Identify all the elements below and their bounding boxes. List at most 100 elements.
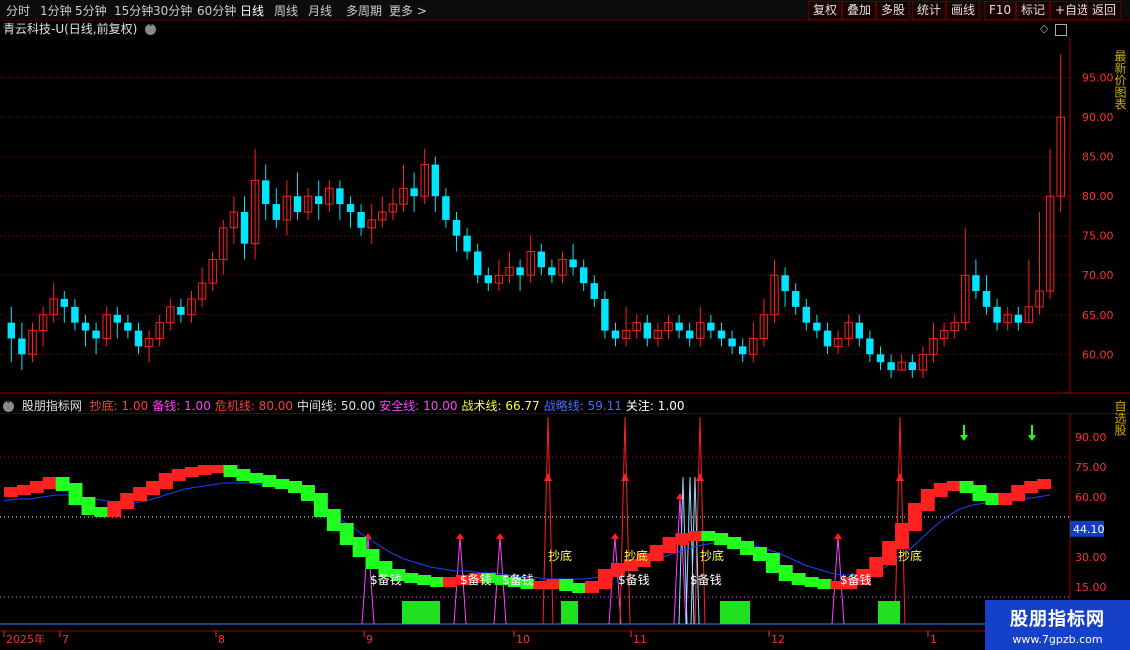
diamond-icon[interactable]: ◇ [1040, 22, 1048, 35]
timeline-label: 2025年 [6, 632, 45, 646]
signal-label: 抄底 [624, 548, 648, 563]
toolbar-button-2[interactable]: 多股 [876, 1, 911, 20]
candle-body [516, 267, 524, 276]
candle-body [134, 330, 143, 347]
candle-body [717, 330, 726, 339]
candle-body [473, 251, 482, 276]
period-tab-1[interactable]: 1分钟 [40, 2, 72, 19]
toolbar-button-1[interactable]: 叠加 [842, 1, 877, 20]
period-tab-7[interactable]: 周线 [274, 2, 298, 19]
period-tab-5[interactable]: 60分钟 [197, 2, 236, 19]
candle-body [177, 306, 185, 315]
toolbar-button-5[interactable]: F10 [984, 1, 1017, 20]
tactic-segment [933, 483, 948, 497]
chevron-down-icon[interactable]: ˅ [145, 23, 157, 35]
candle-body [272, 204, 281, 220]
timeline-label: 12 [771, 633, 785, 646]
toolbar-button-6[interactable]: 标记 [1016, 1, 1051, 20]
tactic-segment [791, 573, 806, 585]
tactic-segment [546, 579, 561, 589]
period-tab-2[interactable]: 5分钟 [75, 2, 107, 19]
indicator-name: 股朋指标网 [21, 399, 82, 413]
candle-body [431, 164, 440, 197]
window-toggle-icon[interactable] [1055, 24, 1067, 36]
toolbar-button-0[interactable]: 复权 [808, 1, 843, 20]
candle-body [18, 338, 26, 355]
toolbar-button-3[interactable]: 统计 [912, 1, 947, 20]
candle-body [887, 362, 895, 371]
tactic-segment [4, 487, 18, 497]
period-tab-9[interactable]: 多周期 [346, 2, 382, 19]
period-tab-8[interactable]: 月线 [308, 2, 332, 19]
candle-body [71, 306, 79, 323]
main-chart-title-row: 青云科技-U(日线,前复权) ˅ [0, 20, 157, 38]
candle-body [442, 196, 450, 220]
candle-body [548, 267, 556, 276]
period-tab-10[interactable]: 更多 > [389, 2, 427, 19]
period-tab-3[interactable]: 15分钟 [114, 2, 153, 19]
indicator-header: ˅ 股朋指标网 抄底: 1.00 备钱: 1.00 危机线: 80.00 中间线: 5… [0, 397, 693, 413]
candle-body [92, 330, 100, 339]
tactic-segment [184, 467, 199, 477]
main-y-tick-label: 85.00 [1082, 151, 1114, 164]
signal-label: 抄底 [548, 548, 572, 563]
candle-body [781, 275, 789, 292]
tactic-segment [804, 577, 819, 587]
tactic-segment [158, 473, 173, 489]
candle-body [124, 322, 132, 331]
main-y-tick-label: 90.00 [1082, 111, 1114, 124]
period-tab-6[interactable]: 日线 [240, 2, 264, 19]
candle-body [982, 291, 991, 307]
indicator-params: 抄底: 1.00 备钱: 1.00 危机线: 80.00 中间线: 50.00 安全线:… [90, 399, 689, 413]
indicator-param-5: 战术线: 66.77 [461, 399, 540, 413]
candle-body [357, 212, 365, 228]
watermark-url: www.7gpzb.com [1012, 633, 1103, 646]
candle-body [590, 283, 599, 299]
tactic-segment [120, 493, 135, 509]
ind-y-tick-label: 75.00 [1075, 461, 1107, 474]
candle-body [410, 188, 418, 197]
ind-y-tick-label: 60.00 [1075, 491, 1107, 504]
period-tab-0[interactable]: 分时 [6, 2, 30, 19]
main-y-tick-label: 60.00 [1082, 348, 1114, 361]
candle-body [81, 322, 90, 331]
candle-body [738, 346, 747, 355]
signal-arrow-up [611, 533, 619, 539]
tactic-segment [171, 469, 186, 481]
timeline-label: 7 [62, 633, 69, 646]
tactic-segment [649, 545, 664, 561]
indicator-menu-icon[interactable]: ˅ [3, 400, 14, 412]
tactic-segment [262, 475, 277, 487]
period-tab-4[interactable]: 30分钟 [153, 2, 192, 19]
signal-arrow-up [544, 473, 552, 481]
tactic-segment [585, 581, 600, 593]
main-y-tick-label: 70.00 [1082, 269, 1114, 282]
candle-body [802, 306, 811, 323]
tactic-segment [443, 577, 457, 587]
toolbar-button-4[interactable]: 画线 [946, 1, 981, 20]
tactic-segment [998, 493, 1013, 505]
timeline-label: 1 [930, 633, 937, 646]
candle-body [484, 275, 493, 284]
candle-body [579, 267, 588, 284]
tactic-segment [701, 531, 716, 541]
tactic-segment [417, 575, 432, 585]
signal-label: $备钱 [690, 572, 722, 587]
candle-body [993, 306, 1001, 323]
bottom-spike [542, 416, 554, 625]
candle-body [855, 322, 864, 339]
tactic-segment [778, 565, 793, 581]
indicator-param-6: 战略线: 59.11 [543, 399, 622, 413]
toolbar-button-8[interactable]: 返回 [1087, 1, 1122, 20]
tactic-segment [1024, 481, 1039, 493]
tactic-segment [223, 465, 238, 477]
candle-body [601, 298, 609, 331]
tactic-segment [365, 549, 380, 569]
signal-arrow-up [696, 473, 704, 481]
bottom-spike [894, 416, 906, 625]
indicator-param-2: 危机线: 80.00 [214, 399, 294, 413]
right-vertical-text-main: 最新价图表 [1113, 50, 1127, 110]
candle-body [611, 330, 620, 339]
ind-y-tick-label: 15.00 [1075, 581, 1107, 594]
tactic-segment [146, 481, 160, 495]
